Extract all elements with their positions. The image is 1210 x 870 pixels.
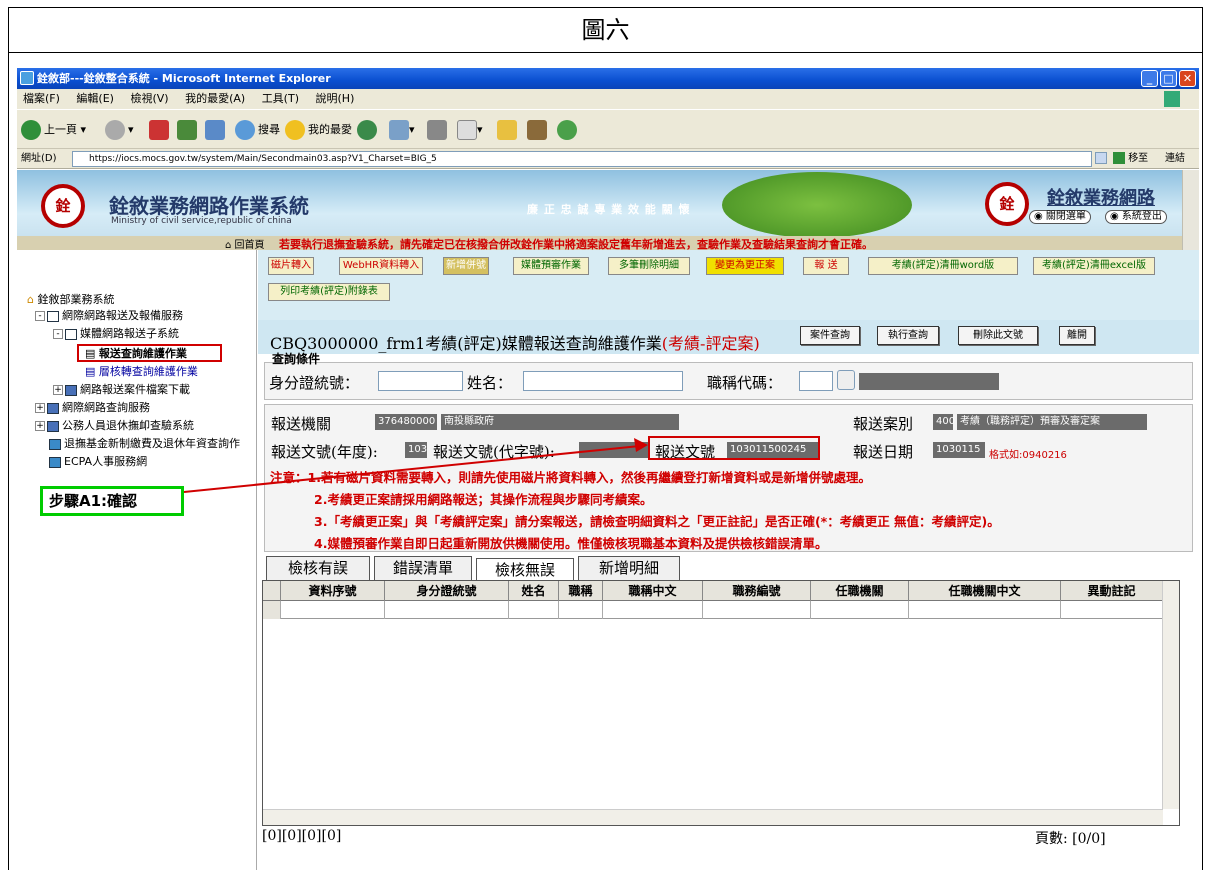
col-position-no[interactable]: 職務編號: [703, 581, 811, 601]
record-counters: [0][0][0][0]: [262, 828, 342, 844]
col-change-note[interactable]: 異動註記: [1061, 581, 1163, 601]
col-name[interactable]: 姓名: [509, 581, 559, 601]
table-cell[interactable]: [509, 601, 559, 619]
grid-vertical-scrollbar[interactable]: [1162, 581, 1179, 809]
col-org-cn[interactable]: 任職機關中文: [909, 581, 1061, 601]
row-selector[interactable]: [263, 601, 281, 619]
col-title[interactable]: 職稱: [559, 581, 603, 601]
tab-new-detail[interactable]: 新增明細: [578, 556, 680, 580]
tab-check-ok[interactable]: 檢核無誤: [476, 558, 574, 582]
table-cell[interactable]: [559, 601, 603, 619]
table-row[interactable]: [263, 601, 1163, 619]
col-org[interactable]: 任職機關: [811, 581, 909, 601]
table-cell[interactable]: [811, 601, 909, 619]
table-cell[interactable]: [281, 601, 385, 619]
col-id[interactable]: 身分證統號: [385, 581, 509, 601]
row-selector-header: [263, 581, 281, 601]
grid-horizontal-scrollbar[interactable]: [263, 809, 1163, 825]
col-seq[interactable]: 資料序號: [281, 581, 385, 601]
data-grid: 資料序號 身分證統號 姓名 職稱 職稱中文 職務編號 任職機關 任職機關中文 異…: [262, 580, 1180, 826]
tab-check-errors[interactable]: 檢核有誤: [266, 556, 370, 580]
table-cell[interactable]: [703, 601, 811, 619]
col-title-cn[interactable]: 職稱中文: [603, 581, 703, 601]
table-cell[interactable]: [1061, 601, 1163, 619]
page-counter: 頁數: [0/0]: [1035, 831, 1106, 847]
table-cell[interactable]: [385, 601, 509, 619]
grid-header: 資料序號 身分證統號 姓名 職稱 職稱中文 職務編號 任職機關 任職機關中文 異…: [263, 581, 1163, 601]
table-cell[interactable]: [909, 601, 1061, 619]
table-cell[interactable]: [603, 601, 703, 619]
tab-error-list[interactable]: 錯誤清單: [374, 556, 472, 580]
